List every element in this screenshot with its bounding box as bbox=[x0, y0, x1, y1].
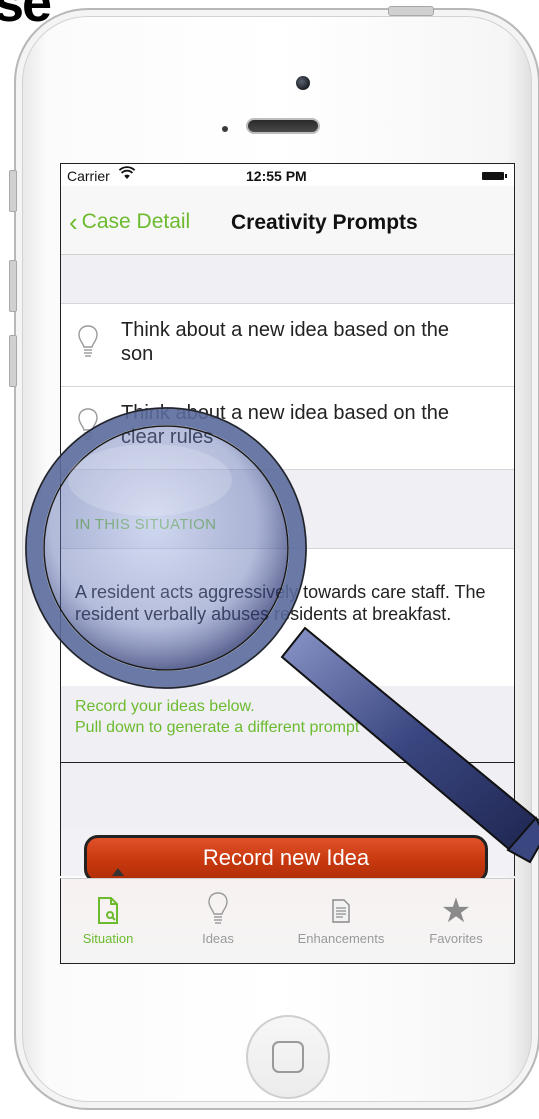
battery-icon bbox=[482, 172, 507, 180]
volume-down-button bbox=[9, 335, 17, 387]
situation-text: A resident acts aggressively towards car… bbox=[75, 582, 486, 624]
tab-situation[interactable]: Situation bbox=[63, 891, 153, 946]
home-button[interactable] bbox=[246, 1015, 330, 1099]
earpiece-speaker bbox=[246, 118, 320, 134]
back-button-label: Case Detail bbox=[81, 210, 191, 233]
situation-doc-icon bbox=[98, 897, 118, 924]
hint-line-1: Record your ideas below. bbox=[75, 698, 255, 715]
wifi-icon bbox=[118, 166, 136, 184]
tab-label: Ideas bbox=[202, 931, 234, 946]
back-button[interactable]: ‹ Case Detail bbox=[69, 207, 191, 237]
chevron-left-icon: ‹ bbox=[69, 207, 78, 237]
prompt-row[interactable]: Think about a new idea based on the clea… bbox=[61, 387, 514, 470]
tab-bar: Situation Ideas Enhancements ★ Favorites bbox=[60, 878, 515, 964]
section-spacer bbox=[61, 255, 514, 304]
status-time: 12:55 PM bbox=[246, 168, 307, 184]
page-title: Creativity Prompts bbox=[231, 211, 418, 234]
tab-label: Situation bbox=[82, 931, 134, 946]
volume-up-button bbox=[9, 260, 17, 312]
document-icon bbox=[332, 899, 350, 923]
star-icon: ★ bbox=[440, 892, 472, 930]
hint-line-2: Pull down to generate a different prompt bbox=[75, 719, 360, 736]
lightbulb-icon bbox=[208, 892, 228, 924]
active-tab-indicator bbox=[112, 868, 124, 876]
tab-label: Enhancements bbox=[297, 931, 385, 946]
prompt-text: Think about a new idea based on the son bbox=[121, 319, 450, 365]
situation-header: IN THIS SITUATION bbox=[75, 516, 217, 533]
section-spacer bbox=[61, 470, 514, 548]
hint-area: Record your ideas below. Pull down to ge… bbox=[61, 686, 514, 762]
screen-empty-area bbox=[60, 763, 515, 829]
lightbulb-icon bbox=[78, 408, 98, 440]
front-camera bbox=[296, 76, 310, 90]
home-square-icon bbox=[272, 1041, 304, 1073]
situation-card: A resident acts aggressively towards car… bbox=[61, 548, 514, 688]
carrier-label: Carrier bbox=[67, 168, 110, 184]
status-bar: Carrier 12:55 PM bbox=[61, 164, 514, 186]
navigation-bar: ‹ Case Detail Creativity Prompts bbox=[61, 186, 514, 255]
record-new-idea-button[interactable]: Record new Idea bbox=[84, 835, 488, 883]
prompt-text: Think about a new idea based on the clea… bbox=[121, 402, 450, 448]
prompt-row[interactable]: Think about a new idea based on the son bbox=[61, 304, 514, 387]
tab-favorites[interactable]: ★ Favorites bbox=[411, 891, 501, 946]
hint-text: Record your ideas below. Pull down to ge… bbox=[75, 696, 359, 738]
app-screen: Carrier 12:55 PM ‹ Case Detail Creativit… bbox=[60, 163, 515, 763]
mute-switch bbox=[9, 170, 17, 212]
lightbulb-icon bbox=[78, 325, 98, 357]
power-button bbox=[388, 6, 434, 16]
tab-label: Favorites bbox=[429, 931, 483, 946]
tab-ideas[interactable]: Ideas bbox=[173, 891, 263, 946]
proximity-sensor bbox=[222, 126, 228, 132]
tab-enhancements[interactable]: Enhancements bbox=[286, 891, 396, 946]
